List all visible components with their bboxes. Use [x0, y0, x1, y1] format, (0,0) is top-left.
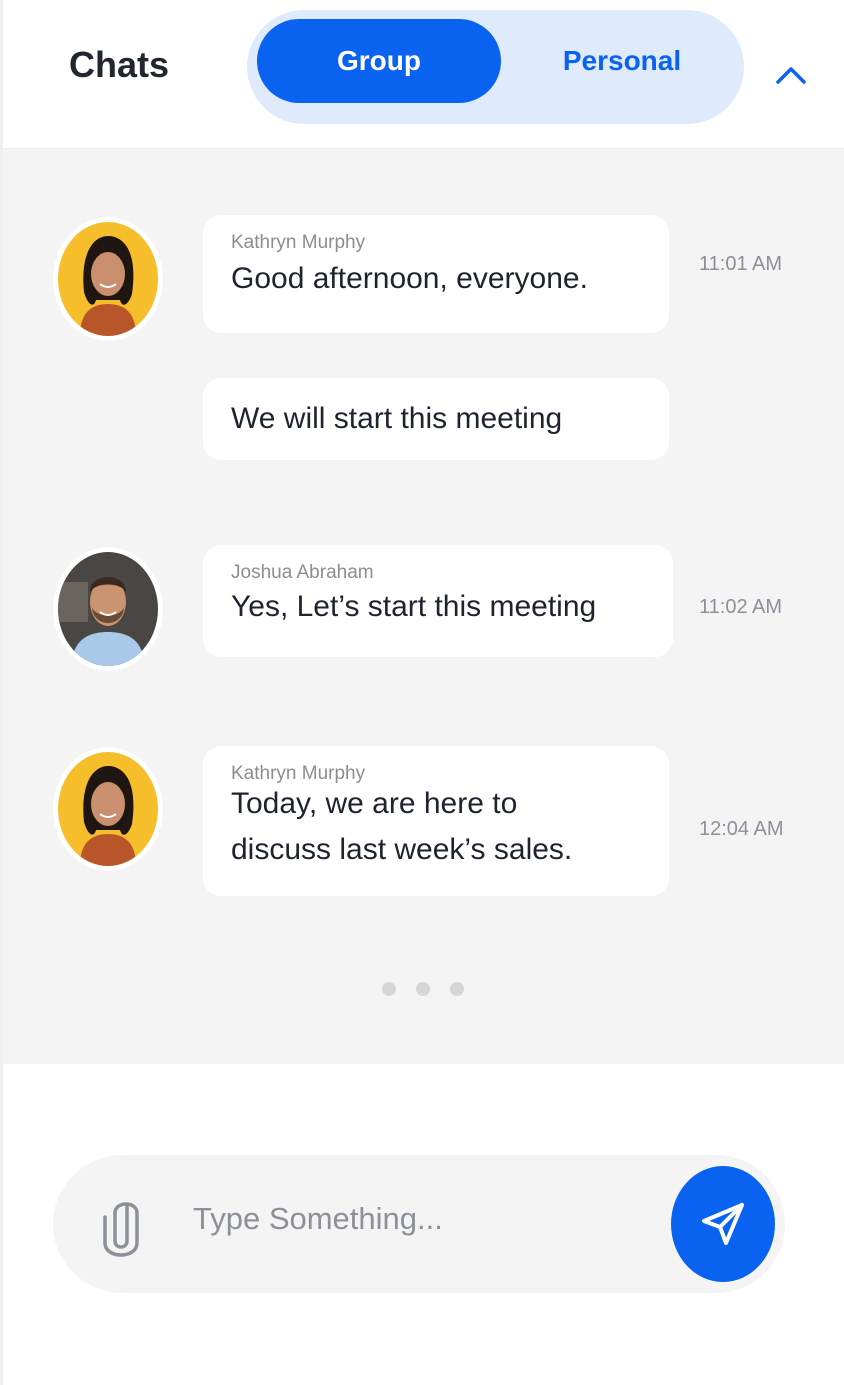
tab-personal[interactable]: Personal	[509, 19, 735, 103]
typing-dot	[450, 982, 464, 996]
chat-type-toggle: Group Personal	[247, 10, 744, 124]
message-time: 12:04 AM	[699, 818, 784, 840]
chat-header: Chats Group Personal	[3, 0, 844, 148]
typing-indicator	[382, 982, 464, 996]
message-list[interactable]: Kathryn Murphy Good afternoon, everyone.…	[3, 148, 844, 1064]
avatar[interactable]	[53, 547, 163, 671]
message-sender: Joshua Abraham	[231, 562, 374, 583]
page-title: Chats	[69, 44, 170, 85]
message-text-line-1: Today, we are here to	[231, 787, 518, 820]
chevron-up-icon	[776, 67, 806, 84]
typing-dot	[416, 982, 430, 996]
message-bubble: We will start this meeting	[203, 378, 669, 460]
send-icon	[702, 1203, 744, 1245]
message-sender: Kathryn Murphy	[231, 232, 366, 253]
kathryn-murphy-avatar	[58, 222, 158, 336]
collapse-button[interactable]	[769, 55, 813, 95]
message-text: Good afternoon, everyone.	[231, 262, 588, 295]
avatar[interactable]	[53, 217, 163, 341]
message-composer	[53, 1155, 785, 1293]
attach-button[interactable]	[97, 1193, 147, 1259]
message-input[interactable]	[193, 1189, 653, 1249]
message-time: 11:01 AM	[699, 253, 783, 275]
message-time: 11:02 AM	[699, 596, 783, 618]
kathryn-murphy-avatar	[58, 752, 158, 866]
message-text: Yes, Let’s start this meeting	[231, 590, 597, 623]
send-button[interactable]	[671, 1166, 775, 1282]
typing-dot	[382, 982, 396, 996]
chat-app: Chats Group Personal Kathryn Murphy Good…	[0, 0, 844, 1385]
message-text: We will start this meeting	[231, 402, 563, 435]
tab-group[interactable]: Group	[257, 19, 501, 103]
message-bubble: Joshua Abraham Yes, Let’s start this mee…	[203, 545, 673, 657]
message-sender: Kathryn Murphy	[231, 763, 366, 784]
message-text-line-2: discuss last week’s sales.	[231, 833, 573, 866]
avatar[interactable]	[53, 747, 163, 871]
message-bubble: Kathryn Murphy Today, we are here to dis…	[203, 746, 669, 896]
message-bubble: Kathryn Murphy Good afternoon, everyone.	[203, 215, 669, 333]
joshua-abraham-avatar	[58, 552, 158, 666]
paperclip-icon	[103, 1202, 139, 1257]
